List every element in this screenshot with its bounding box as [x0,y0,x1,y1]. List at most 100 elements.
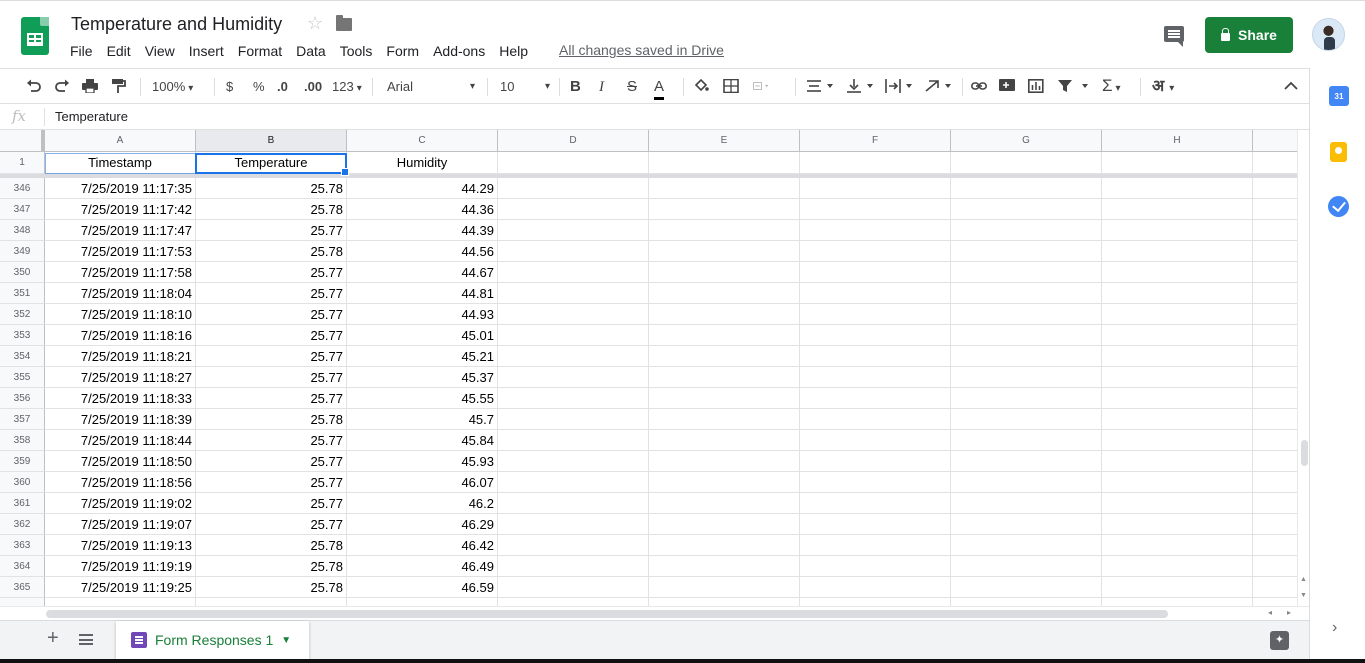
formula-input[interactable]: Temperature [55,109,128,124]
row-header[interactable]: 350 [0,262,45,283]
humidity-cell[interactable]: 44.29 [347,178,498,199]
explore-icon[interactable]: ✦ [1270,631,1289,650]
grid-cell[interactable] [1253,388,1297,409]
decrease-decimal-button[interactable]: .0 [277,77,288,97]
avatar[interactable] [1312,18,1345,51]
row-header[interactable]: 361 [0,493,45,514]
grid-cell[interactable] [1253,514,1297,535]
grid-cell[interactable] [498,472,649,493]
filter-icon[interactable] [1057,79,1091,93]
grid-cell[interactable] [800,535,951,556]
row-header[interactable]: 364 [0,556,45,577]
timestamp-cell[interactable]: 7/25/2019 11:18:10 [45,304,196,325]
row-header[interactable]: 347 [0,199,45,220]
column-header-e[interactable]: E [649,130,800,152]
grid-cell[interactable] [649,493,800,514]
grid-cell[interactable] [498,283,649,304]
row-header[interactable]: 363 [0,535,45,556]
grid-cell[interactable] [800,451,951,472]
humidity-cell[interactable]: 45.7 [347,409,498,430]
humidity-cell[interactable]: 45.84 [347,430,498,451]
grid-cell[interactable] [1102,325,1253,346]
scroll-left-arrow-icon[interactable]: ◂ [1268,608,1272,617]
grid-cell[interactable] [1102,451,1253,472]
grid-cell[interactable] [1253,346,1297,367]
timestamp-cell[interactable]: 7/25/2019 11:19:19 [45,556,196,577]
header-cell[interactable] [649,152,800,174]
grid-cell[interactable] [1102,388,1253,409]
temperature-cell[interactable]: 25.77 [196,367,347,388]
grid-cell[interactable] [649,514,800,535]
grid-cell[interactable] [1253,178,1297,199]
grid-cell[interactable] [498,367,649,388]
grid-cell[interactable] [649,535,800,556]
temperature-cell[interactable]: 25.78 [196,535,347,556]
humidity-cell[interactable]: 45.93 [347,451,498,472]
grid-cell[interactable] [800,577,951,598]
grid-cell[interactable] [649,178,800,199]
header-cell[interactable] [1102,152,1253,174]
humidity-cell[interactable]: 46.07 [347,472,498,493]
grid-cell[interactable] [1102,220,1253,241]
zoom-select[interactable]: 100% [152,77,193,97]
grid-cell[interactable] [1102,493,1253,514]
vertical-align-icon[interactable] [846,79,876,93]
grid-cell[interactable] [1102,556,1253,577]
header-cell[interactable] [800,152,951,174]
temperature-cell[interactable]: 25.77 [196,325,347,346]
menu-view[interactable]: View [138,41,182,61]
grid-cell[interactable] [800,346,951,367]
star-icon[interactable]: ☆ [307,13,323,34]
chevron-down-icon[interactable]: ▼ [281,635,291,646]
menu-insert[interactable]: Insert [182,41,231,61]
grid-cell[interactable] [951,220,1102,241]
timestamp-cell[interactable]: 7/25/2019 11:17:35 [45,178,196,199]
grid-cell[interactable] [951,535,1102,556]
row-header[interactable]: 348 [0,220,45,241]
timestamp-cell[interactable]: 7/25/2019 11:18:39 [45,409,196,430]
grid-cell[interactable] [800,493,951,514]
document-title[interactable]: Temperature and Humidity [71,14,282,35]
merge-cells-icon[interactable] [753,79,769,93]
grid-cell[interactable] [800,409,951,430]
row-header[interactable]: 360 [0,472,45,493]
grid-cell[interactable] [951,199,1102,220]
grid-cell[interactable] [800,325,951,346]
header-cell[interactable] [951,152,1102,174]
humidity-cell[interactable]: 44.81 [347,283,498,304]
grid-cell[interactable] [800,472,951,493]
save-status-link[interactable]: All changes saved in Drive [559,42,724,58]
header-cell[interactable] [498,152,649,174]
timestamp-cell[interactable]: 7/25/2019 11:19:02 [45,493,196,514]
vertical-scrollbar[interactable]: ▲ ▼ [1297,130,1309,606]
grid-cell[interactable] [800,220,951,241]
menu-help[interactable]: Help [492,41,535,61]
keep-icon[interactable] [1330,142,1347,162]
borders-icon[interactable] [723,79,739,93]
temperature-cell[interactable]: 25.78 [196,241,347,262]
humidity-cell[interactable]: 46.59 [347,577,498,598]
grid-cell[interactable] [800,367,951,388]
menu-addons[interactable]: Add-ons [426,41,492,61]
fill-color-icon[interactable] [693,79,709,93]
timestamp-cell[interactable]: 7/25/2019 11:19:13 [45,535,196,556]
grid-cell[interactable] [1102,241,1253,262]
sheets-logo-icon[interactable] [21,17,49,55]
grid-cell[interactable] [1102,535,1253,556]
grid-cell[interactable] [1102,304,1253,325]
grid-cell[interactable] [498,346,649,367]
functions-button[interactable]: Σ ▾ [1102,77,1121,97]
grid-cell[interactable] [1253,451,1297,472]
temperature-cell[interactable]: 25.77 [196,472,347,493]
grid-cell[interactable] [951,304,1102,325]
grid-cell[interactable] [951,577,1102,598]
all-sheets-menu-icon[interactable] [79,634,93,645]
grid-cell[interactable] [951,325,1102,346]
grid-cell[interactable] [800,262,951,283]
grid-cell[interactable] [951,556,1102,577]
header-cell[interactable]: Humidity [347,152,498,174]
grid-cell[interactable] [498,430,649,451]
row-header[interactable]: 349 [0,241,45,262]
humidity-cell[interactable]: 44.56 [347,241,498,262]
undo-icon[interactable] [26,79,42,93]
